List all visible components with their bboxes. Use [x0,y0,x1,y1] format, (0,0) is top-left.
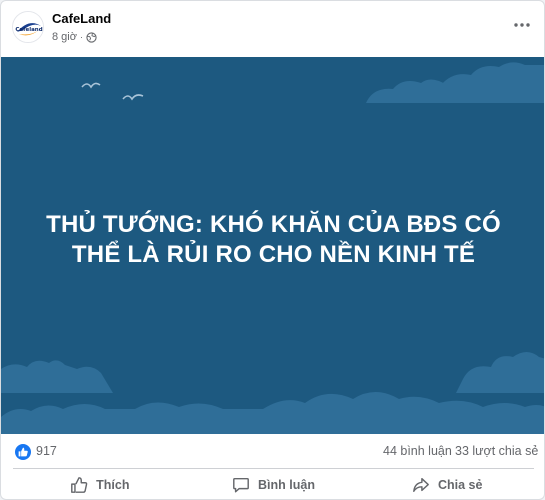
more-options-button[interactable] [512,15,532,35]
post-header: Cafeland CafeLand 8 giờ · [1,1,544,57]
meta-separator: · [79,32,83,42]
like-button[interactable]: Thích [13,469,187,499]
like-label: Thích [96,478,130,492]
like-reaction-icon[interactable] [15,444,31,460]
globe-icon [86,31,97,43]
share-button[interactable]: Chia sẻ [360,469,534,499]
comment-icon [233,477,249,493]
post-time[interactable]: 8 giờ [52,31,77,43]
post-card: Cafeland CafeLand 8 giờ · THỦ TƯỚNG: KHÓ… [0,0,545,500]
headline-line-2: THỂ LÀ RỦI RO CHO NỀN KINH TẾ [71,241,476,268]
thumbs-up-outline-icon [71,477,88,493]
more-horizontal-icon [514,23,530,27]
post-image[interactable]: THỦ TƯỚNG: KHÓ KHĂN CỦA BĐS CÓ THỂ LÀ RỦ… [1,57,544,434]
share-icon [413,477,429,493]
avatar[interactable]: Cafeland [12,11,44,43]
comment-button[interactable]: Bình luận [187,469,361,499]
comment-label: Bình luận [258,478,315,492]
share-count[interactable]: 33 lượt chia sẻ [455,444,538,458]
action-bar: Thích Bình luận Chia sẻ [13,468,534,499]
reaction-count[interactable]: 917 [36,444,57,458]
cafeland-logo-icon: Cafeland [13,12,43,42]
comment-count[interactable]: 44 bình luận [383,444,452,458]
post-stats: 917 44 bình luận 33 lượt chia sẻ [1,434,544,468]
page-name[interactable]: CafeLand [52,11,111,26]
thumbs-up-icon [18,447,28,457]
headline-line-1: THỦ TƯỚNG: KHÓ KHĂN CỦA BĐS CÓ [46,211,501,238]
svg-text:Cafeland: Cafeland [15,27,42,33]
headline: THỦ TƯỚNG: KHÓ KHĂN CỦA BĐS CÓ THỂ LÀ RỦ… [21,210,526,270]
post-meta: 8 giờ · [52,31,97,43]
share-label: Chia sẻ [437,478,483,492]
